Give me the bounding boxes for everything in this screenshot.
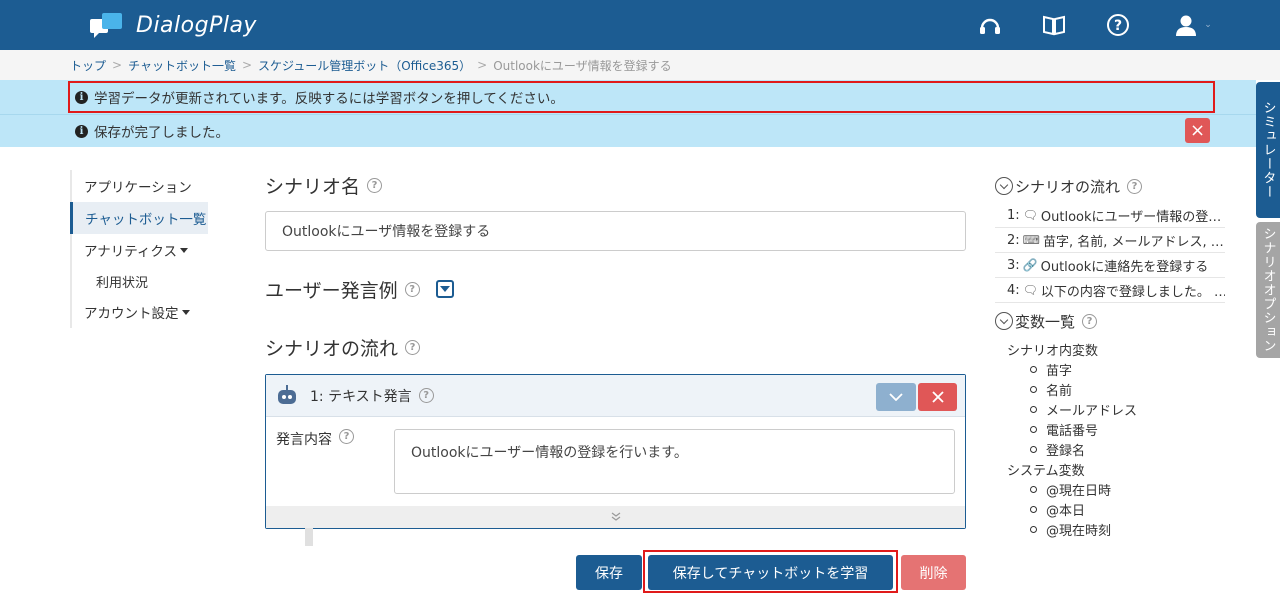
user-icon <box>1176 15 1197 36</box>
step-card: 1: テキスト発言 ? 発言内容 ? Outlookにユーザー情報の登録を行いま… <box>265 374 966 529</box>
var-item: 苗字 <box>995 359 1240 379</box>
system-vars-label: システム変数 <box>1007 463 1085 479</box>
scenario-name-heading: シナリオ名 ? <box>265 165 965 205</box>
breadcrumb-chatbot-list[interactable]: チャットボット一覧 <box>128 57 236 74</box>
expand-utterances-button[interactable] <box>435 280 454 298</box>
left-sidebar: アプリケーション チャットボット一覧 アナリティクス 利用状況 アカウント設定 <box>70 170 220 328</box>
highlight-frame <box>68 81 1215 113</box>
tab-simulator[interactable]: シミュレーター <box>1256 82 1280 218</box>
sidebar-item-account-settings[interactable]: アカウント設定 <box>70 296 220 328</box>
var-item: @現在時刻 <box>995 519 1240 539</box>
sidebar-item-chatbot-list[interactable]: チャットボット一覧 <box>70 202 208 234</box>
caret-down-icon <box>181 309 190 315</box>
chevron-down-icon <box>995 312 1013 330</box>
var-item: 登録名 <box>995 439 1240 459</box>
help-icon[interactable]: ? <box>418 388 434 403</box>
right-panel: シナリオの流れ ? 1: 🗨 Outlookにユーザー情報の登… 2: ⌨ 苗字… <box>995 174 1240 539</box>
help-icon[interactable]: ? <box>367 177 383 193</box>
delete-button[interactable]: 削除 <box>901 555 966 590</box>
chevron-down-icon <box>889 393 903 401</box>
keyboard-icon: ⌨ <box>1022 233 1040 247</box>
info-icon: i <box>75 124 88 138</box>
close-alert-button[interactable]: × <box>1185 118 1210 143</box>
sidebar-item-analytics[interactable]: アナリティクス <box>70 234 220 266</box>
scenario-vars-label: シナリオ内変数 <box>1007 343 1099 359</box>
chevron-down-icon <box>995 177 1013 195</box>
learn-alert: i 学習データが更新されています。反映するには学習ボタンを押してください。 <box>0 80 1256 114</box>
help-icon[interactable]: ? <box>404 281 420 297</box>
logo-icon <box>90 11 124 39</box>
svg-text:?: ? <box>1114 18 1122 34</box>
breadcrumb-top[interactable]: トップ <box>70 57 106 74</box>
sidebar-item-application[interactable]: アプリケーション <box>70 170 220 202</box>
var-item: @現在日時 <box>995 479 1240 499</box>
breadcrumb-bot[interactable]: スケジュール管理ボット（Office365） <box>258 57 471 74</box>
close-icon <box>931 391 944 403</box>
step-title: 1: テキスト発言 <box>310 388 412 405</box>
caret-down-icon <box>180 247 189 253</box>
app-logo[interactable]: DialogPlay <box>90 10 257 40</box>
flow-list: 1: 🗨 Outlookにユーザー情報の登… 2: ⌨ 苗字, 名前, メールア… <box>995 203 1240 303</box>
breadcrumb-current: Outlookにユーザ情報を登録する <box>493 58 672 73</box>
var-item: 電話番号 <box>995 419 1240 439</box>
utterance-examples-heading: ユーザー発言例 ? <box>265 269 965 309</box>
help-icon[interactable]: ? <box>1105 12 1131 38</box>
user-menu[interactable]: ⌄ <box>1170 12 1216 38</box>
book-icon[interactable] <box>1041 12 1067 38</box>
double-chevron-down-icon <box>611 512 620 521</box>
robot-icon <box>276 384 298 407</box>
save-alert: i 保存が完了しました。 × <box>0 114 1256 147</box>
speech-bubble-icon: 🗨 <box>1022 208 1038 222</box>
flow-item[interactable]: 4: 🗨 以下の内容で登録しました。 … <box>995 278 1225 303</box>
scenario-flow-heading: シナリオの流れ ? <box>265 327 965 367</box>
top-navbar: DialogPlay ? ⌄ <box>0 0 1280 50</box>
help-icon[interactable]: ? <box>339 429 354 444</box>
scroll-handle[interactable] <box>305 528 313 546</box>
app-title: DialogPlay <box>136 12 257 38</box>
flow-item[interactable]: 2: ⌨ 苗字, 名前, メールアドレス, … <box>995 228 1225 253</box>
vars-list: シナリオ内変数 苗字 名前 メールアドレス 電話番号 登録名 システム変数 @現… <box>995 339 1240 539</box>
chevron-down-icon: ⌄ <box>1204 20 1212 30</box>
flow-item[interactable]: 1: 🗨 Outlookにユーザー情報の登… <box>995 203 1225 228</box>
var-item: 名前 <box>995 379 1240 399</box>
tab-scenario-options[interactable]: シナリオオプション <box>1256 222 1280 358</box>
save-button[interactable]: 保存 <box>576 555 642 590</box>
help-icon[interactable]: ? <box>1127 178 1143 194</box>
breadcrumb: トップ > チャットボット一覧 > スケジュール管理ボット（Office365）… <box>0 50 1280 80</box>
content-label: 発言内容 <box>276 432 332 448</box>
vars-panel-title[interactable]: 変数一覧 ? <box>995 309 1240 333</box>
help-icon[interactable]: ? <box>1082 313 1098 329</box>
step-card-header: 1: テキスト発言 ? <box>266 375 965 417</box>
scenario-name-input[interactable]: Outlookにユーザ情報を登録する <box>265 211 966 251</box>
expand-card-handle[interactable] <box>266 506 965 528</box>
flow-item[interactable]: 3: 🔗 Outlookに連絡先を登録する <box>995 253 1225 278</box>
var-item: メールアドレス <box>995 399 1240 419</box>
sidebar-item-usage[interactable]: 利用状況 <box>70 266 220 296</box>
main-content: シナリオ名 ? Outlookにユーザ情報を登録する ユーザー発言例 ? シナリ… <box>265 165 966 367</box>
content-textarea[interactable]: Outlookにユーザー情報の登録を行います。 <box>394 429 955 494</box>
speech-bubble-icon: 🗨 <box>1022 283 1038 297</box>
link-icon: 🔗 <box>1022 258 1038 272</box>
save-and-learn-button[interactable]: 保存してチャットボットを学習 <box>648 555 893 590</box>
help-icon[interactable]: ? <box>405 339 421 355</box>
collapse-step-button[interactable] <box>876 383 916 411</box>
flow-panel-title[interactable]: シナリオの流れ ? <box>995 174 1240 198</box>
var-item: @本日 <box>995 499 1240 519</box>
save-alert-text: 保存が完了しました。 <box>94 125 229 141</box>
headset-icon[interactable] <box>978 12 1002 38</box>
delete-step-button[interactable] <box>918 383 957 411</box>
